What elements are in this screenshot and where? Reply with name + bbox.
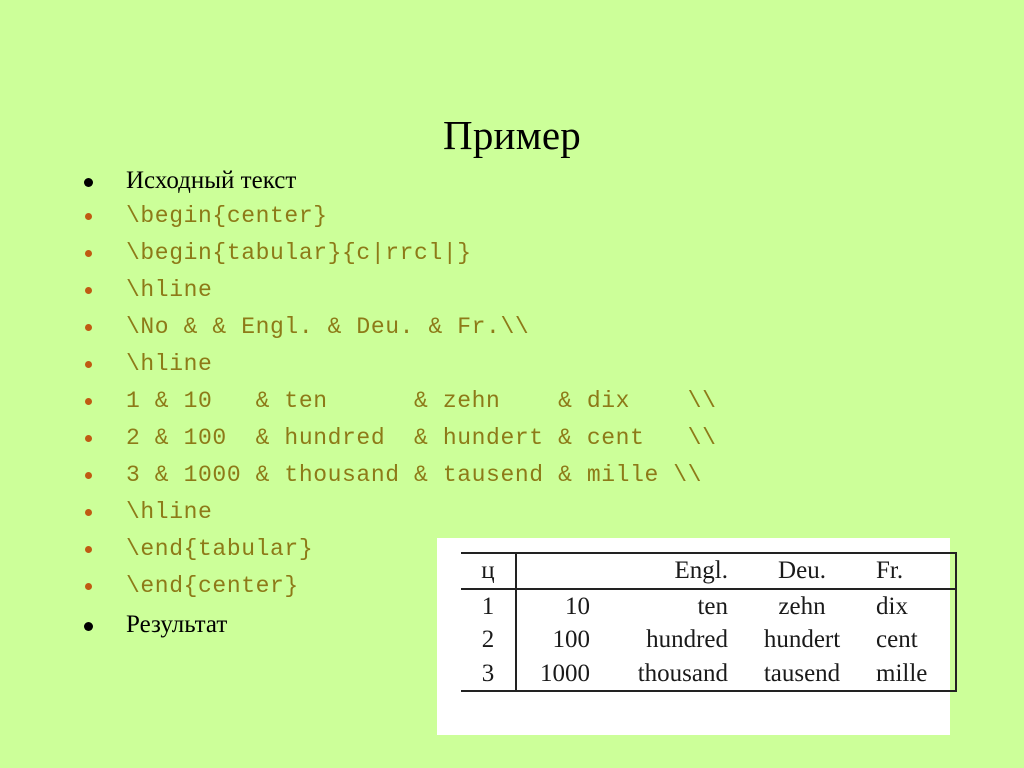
bullet-dot-icon <box>78 468 126 486</box>
bullet-dot-icon <box>78 394 126 412</box>
bullet-dot-shape <box>85 324 92 332</box>
list-item-code: \hline <box>126 351 213 377</box>
list-item-code: 2 & 100 & hundred & hundert & cent \\ <box>126 425 717 451</box>
table-row-cell: 1 <box>461 588 517 623</box>
list-item: \hline <box>78 353 958 390</box>
table-row-cell: 2 <box>461 623 517 657</box>
bullet-dot-icon <box>78 357 126 375</box>
list-item: \No & & Engl. & Deu. & Fr.\\ <box>78 316 958 353</box>
table-row-cell: ten <box>697 592 728 620</box>
bullet-dot-shape <box>85 213 92 221</box>
result-figure-image: ц Engl. Deu. Fr. 1 10 ten zehn dix 2 100 hundred hun… <box>437 538 957 735</box>
list-item: 3 & 1000 & thousand & tausend & mille \\ <box>78 464 958 501</box>
table-row-cell: zehn <box>778 592 826 620</box>
table-row-cell: dix <box>867 588 957 623</box>
table-row-cell: hundred <box>646 626 728 653</box>
page-title: Пример <box>443 112 581 159</box>
table-row-cell: 100 <box>552 626 591 653</box>
table-header-row-cell: Engl. <box>599 552 737 590</box>
list-item: 1 & 10 & ten & zehn & dix \\ <box>78 390 958 427</box>
bullet-dot-icon <box>78 431 126 449</box>
bullet-dot-icon <box>78 542 126 560</box>
table-row: 1 10 ten zehn dix <box>461 588 957 623</box>
list-item-code: 3 & 1000 & thousand & tausend & mille \\ <box>126 462 703 488</box>
list-item: Исходный текст <box>78 168 958 205</box>
table-row: 3 1000 thousand tausend mille <box>461 656 957 692</box>
list-item: \begin{center} <box>78 205 958 242</box>
table-row-cell: 3 <box>461 656 517 692</box>
table-header-row-cell: ц <box>461 552 517 590</box>
bullet-dot-shape <box>85 361 92 369</box>
list-item-code: \begin{center} <box>126 203 328 229</box>
rendered-latex-table: ц Engl. Deu. Fr. 1 10 ten zehn dix 2 100 hundred hun… <box>461 552 957 692</box>
bullet-dot-icon <box>78 579 126 597</box>
list-item-code: \hline <box>126 499 213 525</box>
list-item-code: \hline <box>126 277 213 303</box>
list-item-code: \No & & Engl. & Deu. & Fr.\\ <box>126 314 530 340</box>
table-row-cell: thousand <box>599 656 737 692</box>
table-header-row-cell: Fr. <box>867 552 957 590</box>
bullet-dot-shape <box>84 178 93 188</box>
table-row-cell: tausend <box>737 656 867 692</box>
bullet-dot-icon <box>78 505 126 523</box>
slide-canvas: Пример Исходный текст \begin{center} \begi… <box>0 0 1024 768</box>
table-row: 2 100 hundred hundert cent <box>461 623 957 657</box>
bullet-dot-shape <box>85 472 92 480</box>
bullet-dot-icon <box>78 320 126 338</box>
table-header-row-cell <box>516 552 599 590</box>
bullet-dot-shape <box>84 622 93 632</box>
rendered-latex-table-body: ц Engl. Deu. Fr. 1 10 ten zehn dix 2 100 hundred hun… <box>461 552 957 692</box>
bullet-dot-shape <box>85 583 92 591</box>
bullet-dot-shape <box>85 435 92 443</box>
list-item: \hline <box>78 501 958 538</box>
bullet-dot-shape <box>85 398 92 406</box>
table-row-cell: cent <box>867 623 957 657</box>
table-header-row: ц Engl. Deu. Fr. <box>461 552 957 590</box>
table-row-cell: hundert <box>763 626 841 653</box>
bullet-dot-icon <box>78 283 126 301</box>
list-item: \begin{tabular}{c|rrcl|} <box>78 242 958 279</box>
bullet-dot-shape <box>85 287 92 295</box>
bullet-dot-icon <box>78 619 126 637</box>
list-item-code: 1 & 10 & ten & zehn & dix \\ <box>126 388 717 414</box>
table-row-cell: mille <box>867 656 957 692</box>
list-item-code: \begin{tabular}{c|rrcl|} <box>126 240 472 266</box>
bullet-dot-icon <box>78 175 126 193</box>
bullet-dot-icon <box>78 209 126 227</box>
bullet-dot-icon <box>78 246 126 264</box>
table-row-cell: 1000 <box>516 656 599 692</box>
bullet-dot-shape <box>85 250 92 258</box>
list-item: \hline <box>78 279 958 316</box>
list-item: 2 & 100 & hundred & hundert & cent \\ <box>78 427 958 464</box>
list-item-heading: Исходный текст <box>126 167 297 194</box>
table-header-row-cell: Deu. <box>737 552 867 590</box>
bullet-dot-shape <box>85 509 92 517</box>
bullet-dot-shape <box>85 546 92 554</box>
table-row-cell: 10 <box>565 592 590 620</box>
